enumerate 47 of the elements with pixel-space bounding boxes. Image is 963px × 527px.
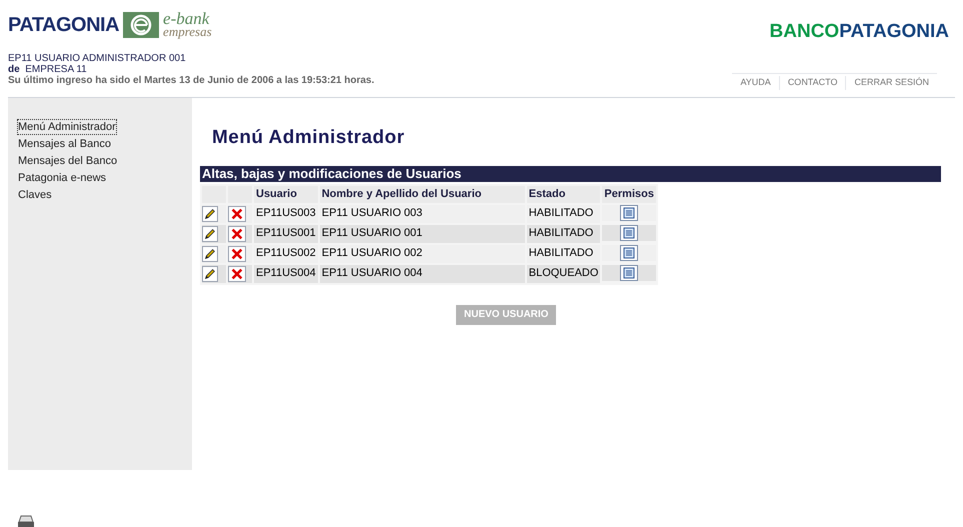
- table-cell: EP11 USUARIO 004: [320, 264, 525, 282]
- header-link[interactable]: CONTACTO: [778, 76, 846, 90]
- bank-logo: BANCOPATAGONIA: [770, 20, 949, 44]
- column-header: Usuario: [254, 186, 318, 202]
- document-icon[interactable]: [620, 264, 638, 280]
- column-header: Estado: [526, 186, 600, 202]
- sidebar-link[interactable]: Mensajes del Banco: [18, 154, 118, 168]
- last-login-text: Su último ingreso ha sido el Martes 13 de Junio de 2006 a las 19:53:21 horas.: [8, 74, 374, 86]
- document-icon[interactable]: [620, 204, 638, 220]
- sidebar-link[interactable]: Patagonia e-news: [18, 170, 106, 184]
- header-link[interactable]: CERRAR SESIÓN: [845, 76, 937, 90]
- header-link[interactable]: AYUDA: [732, 76, 779, 90]
- company-name: de EMPRESA 11: [8, 64, 88, 74]
- table-cell: EP11 USUARIO 003: [320, 204, 525, 222]
- table-cell: EP11US004: [254, 264, 318, 282]
- pencil-icon[interactable]: [202, 226, 218, 242]
- delete-icon[interactable]: [228, 246, 246, 262]
- e-logo-icon: [123, 12, 160, 38]
- delete-icon[interactable]: [228, 226, 246, 242]
- sidebar-link[interactable]: Menú Administrador: [18, 120, 116, 134]
- pencil-icon[interactable]: [202, 266, 218, 282]
- table-cell: EP11US003: [254, 204, 318, 222]
- printer-icon[interactable]: [16, 515, 36, 527]
- ebank-text: e-bank: [163, 12, 210, 26]
- pencil-icon[interactable]: [202, 206, 218, 222]
- document-icon[interactable]: [620, 244, 638, 260]
- column-header: Nombre y Apellido del Usuario: [320, 186, 525, 202]
- empresas-text: empresas: [163, 25, 212, 38]
- sidebar-link[interactable]: Claves: [18, 188, 52, 202]
- table-cell: BLOQUEADO: [526, 264, 600, 282]
- page-title: Menú Administrador: [212, 126, 405, 150]
- table-cell: EP11 USUARIO 002: [320, 244, 525, 262]
- pencil-icon[interactable]: [202, 246, 218, 262]
- table-cell: HABILITADO: [526, 244, 600, 262]
- sidebar-link[interactable]: Mensajes al Banco: [18, 136, 111, 150]
- table-cell: EP11US001: [254, 224, 318, 242]
- table-cell: HABILITADO: [526, 204, 600, 222]
- brand-logo: PATAGONIA: [8, 13, 120, 38]
- delete-icon[interactable]: [228, 266, 246, 282]
- column-header: Permisos: [602, 186, 656, 202]
- delete-icon[interactable]: [228, 206, 246, 222]
- document-icon[interactable]: [620, 224, 638, 240]
- table-cell: HABILITADO: [526, 224, 600, 242]
- table-cell: EP11US002: [254, 244, 318, 262]
- section-header: Altas, bajas y modificaciones de Usuarios: [200, 166, 941, 182]
- table-cell: EP11 USUARIO 001: [320, 224, 525, 242]
- user-name: EP11 USUARIO ADMINISTRADOR 001: [8, 52, 187, 64]
